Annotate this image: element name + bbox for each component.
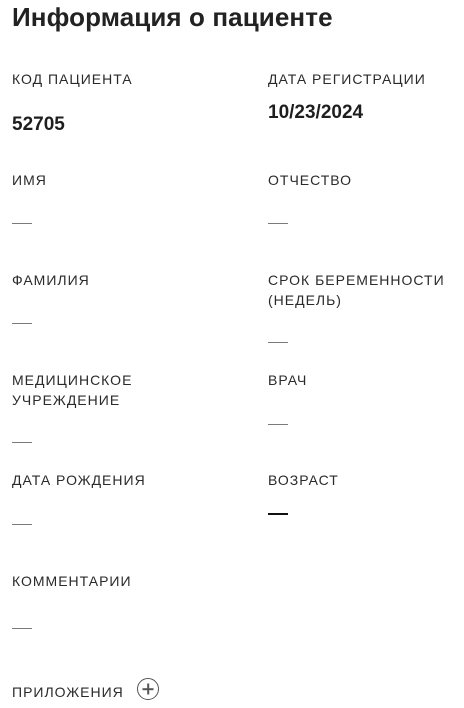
- birth-date-label: ДАТА РОЖДЕНИЯ: [12, 472, 146, 488]
- registration-date-value: 10/23/2024: [268, 102, 364, 123]
- plus-circle-icon[interactable]: [137, 678, 159, 700]
- comments-value: [12, 628, 32, 629]
- patient-code-label: КОД ПАЦИЕНТА: [12, 71, 133, 87]
- age-value: [268, 513, 288, 515]
- doctor-label: ВРАЧ: [268, 372, 308, 388]
- medical-facility-value: [12, 442, 32, 443]
- doctor-value: [268, 424, 288, 425]
- last-name-value: [12, 323, 32, 324]
- patronymic-value: [268, 223, 288, 224]
- patient-code-value: 52705: [12, 114, 65, 135]
- first-name-label: ИМЯ: [12, 172, 47, 188]
- pregnancy-term-label: СРОК БЕРЕМЕННОСТИ (НЕДЕЛЬ): [268, 272, 445, 308]
- registration-date-label: ДАТА РЕГИСТРАЦИИ: [268, 71, 426, 87]
- attachments-label: ПРИЛОЖЕНИЯ: [12, 684, 124, 700]
- page-title: Информация о пациенте: [12, 2, 333, 32]
- first-name-value: [12, 223, 32, 224]
- age-label: ВОЗРАСТ: [268, 472, 339, 488]
- medical-facility-label: МЕДИЦИНСКОЕ УЧРЕЖДЕНИЕ: [12, 372, 133, 408]
- pregnancy-term-value: [268, 342, 288, 343]
- birth-date-value: [12, 524, 32, 525]
- comments-label: КОММЕНТАРИИ: [12, 573, 132, 589]
- patronymic-label: ОТЧЕСТВО: [268, 172, 353, 188]
- last-name-label: ФАМИЛИЯ: [12, 272, 90, 288]
